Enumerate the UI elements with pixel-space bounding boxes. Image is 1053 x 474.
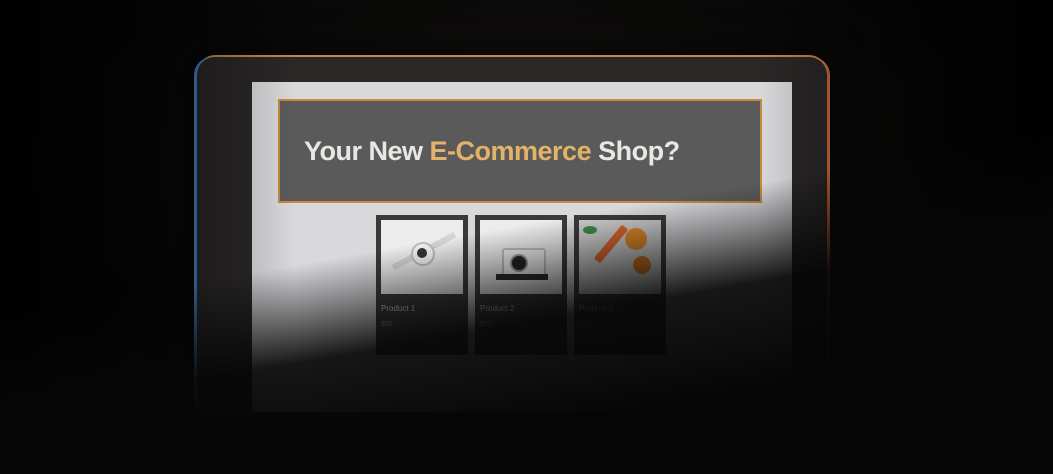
product-price: $99 (381, 321, 393, 328)
product-name: Product 2 (480, 304, 515, 313)
product-grid: Product 1 $99 Product 2 $99 Product 3 $9… (376, 215, 666, 355)
product-name: Product 1 (381, 304, 416, 313)
hero-title-accent: E-Commerce (429, 135, 592, 166)
hero-banner: Your New E-Commerce Shop? (278, 99, 762, 203)
camera-icon (480, 220, 562, 294)
product-name: Product 3 (579, 304, 614, 313)
product-card[interactable]: Product 3 $99 (574, 215, 666, 355)
product-price: $99 (480, 321, 492, 328)
watch-icon (381, 220, 463, 294)
hero-title-suffix: Shop? (591, 135, 680, 166)
product-card[interactable]: Product 2 $99 (475, 215, 567, 355)
tablet-screen: Your New E-Commerce Shop? Product 1 $99 … (252, 82, 792, 412)
hero-title: Your New E-Commerce Shop? (304, 136, 680, 167)
hero-title-prefix: Your New (304, 135, 430, 166)
product-card[interactable]: Product 1 $99 (376, 215, 468, 355)
citrus-icon (579, 220, 661, 294)
tablet-device: Your New E-Commerce Shop? Product 1 $99 … (197, 57, 827, 417)
product-price: $99 (579, 321, 591, 328)
